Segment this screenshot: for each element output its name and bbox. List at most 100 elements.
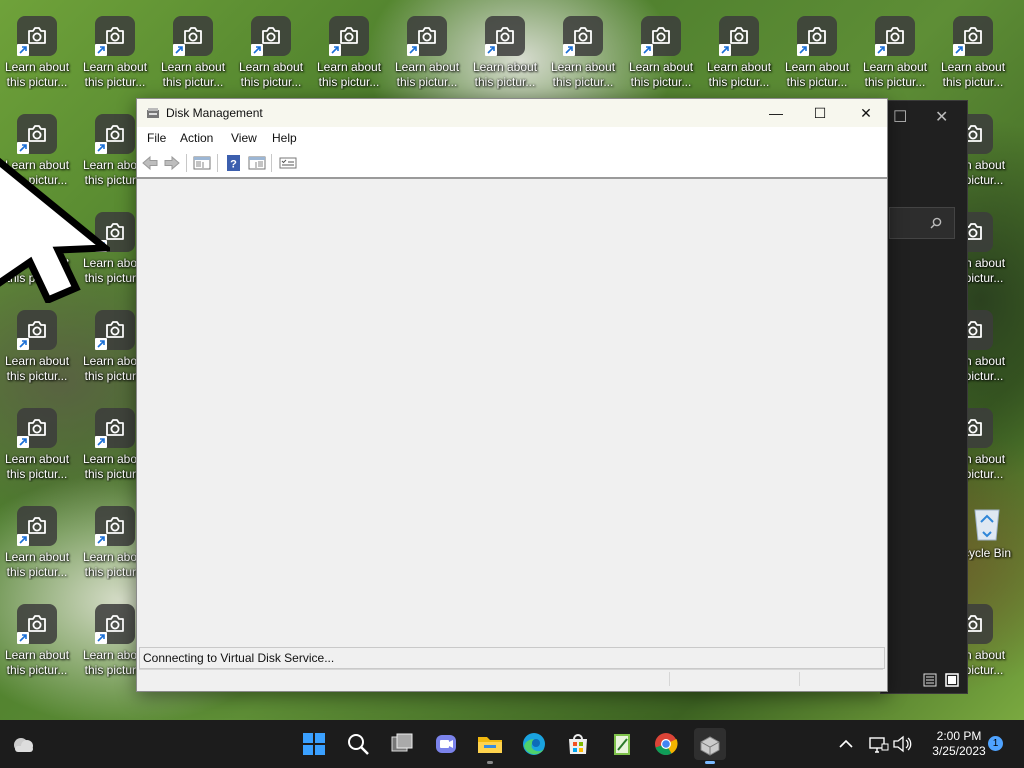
shortcut-arrow-icon xyxy=(407,44,419,56)
menu-bar: File Action View Help xyxy=(137,127,887,149)
desktop-shortcut-learn-about-this-picture[interactable]: Learn aboutthis pictur... xyxy=(0,596,74,686)
shortcut-label-line1: Learn about xyxy=(316,60,382,74)
shortcut-label-line1: Learn about xyxy=(4,354,70,368)
chrome-icon[interactable] xyxy=(650,728,682,760)
disk-management-window[interactable]: Disk Management — ☐ ✕ File Action View H… xyxy=(136,98,888,692)
minimize-button[interactable]: — xyxy=(753,99,799,127)
volume-icon[interactable] xyxy=(886,728,918,760)
camera-icon xyxy=(251,16,291,56)
search-icon[interactable] xyxy=(342,728,374,760)
desktop-shortcut-learn-about-this-picture[interactable]: Learn aboutthis pictur... xyxy=(858,8,932,98)
notification-badge[interactable]: 1 xyxy=(988,736,1003,751)
desktop-shortcut-learn-about-this-picture[interactable]: Learn aboutthis pictur... xyxy=(390,8,464,98)
camera-icon xyxy=(797,16,837,56)
camera-icon xyxy=(95,506,135,546)
close-button[interactable]: ✕ xyxy=(843,99,889,127)
properties-icon[interactable] xyxy=(279,155,297,171)
camera-icon xyxy=(95,408,135,448)
mouse-cursor-icon xyxy=(0,157,110,303)
desktop-shortcut-learn-about-this-picture[interactable]: Learn aboutthis pictur... xyxy=(624,8,698,98)
background-maximize-button[interactable]: ☐ xyxy=(893,107,907,127)
desktop-shortcut-learn-about-this-picture[interactable]: Learn aboutthis pictur... xyxy=(780,8,854,98)
show-hidden-icons-chevron-icon[interactable] xyxy=(830,728,862,760)
active-indicator xyxy=(705,761,715,764)
desktop-shortcut-learn-about-this-picture[interactable]: Learn aboutthis pictur... xyxy=(0,8,74,98)
desktop-shortcut-learn-about-this-picture[interactable]: Learn aboutthis pictur... xyxy=(78,8,152,98)
task-view-icon[interactable] xyxy=(386,728,418,760)
weather-icon[interactable] xyxy=(8,728,40,760)
show-hide-console-tree-icon[interactable] xyxy=(193,155,211,171)
shortcut-label-line1: Learn about xyxy=(550,60,616,74)
desktop-shortcut-learn-about-this-picture[interactable]: Learn aboutthis pictur... xyxy=(0,498,74,588)
camera-icon xyxy=(485,16,525,56)
shortcut-label-line1: Learn about xyxy=(4,550,70,564)
file-explorer-button[interactable] xyxy=(474,728,506,764)
maximize-button[interactable]: ☐ xyxy=(797,99,843,127)
notepad-icon[interactable] xyxy=(606,728,638,760)
disk-management-taskbar-button[interactable] xyxy=(694,728,726,764)
shortcut-label-line1: Learn about xyxy=(4,648,70,662)
shortcut-arrow-icon xyxy=(719,44,731,56)
camera-icon xyxy=(95,604,135,644)
camera-icon xyxy=(95,310,135,350)
edge-icon[interactable] xyxy=(518,728,550,760)
camera-icon xyxy=(17,408,57,448)
microsoft-store-icon[interactable] xyxy=(562,728,594,760)
menu-action[interactable]: Action xyxy=(180,131,213,145)
tiles-view-icon[interactable] xyxy=(945,673,959,687)
shortcut-arrow-icon xyxy=(17,534,29,546)
desktop-shortcut-learn-about-this-picture[interactable]: Learn aboutthis pictur... xyxy=(234,8,308,98)
shortcut-label-line1: Learn about xyxy=(238,60,304,74)
shortcut-arrow-icon xyxy=(485,44,497,56)
taskbar: 2:00 PM 3/25/2023 xyxy=(0,720,1024,768)
help-icon[interactable]: ? xyxy=(225,155,243,171)
shortcut-label-line1: Learn about xyxy=(4,452,70,466)
show-hide-action-pane-icon[interactable] xyxy=(248,155,266,171)
shortcut-arrow-icon xyxy=(17,632,29,644)
start-windows-icon[interactable] xyxy=(298,728,330,760)
window-title: Disk Management xyxy=(166,106,263,120)
desktop-shortcut-learn-about-this-picture[interactable]: Learn aboutthis pictur... xyxy=(468,8,542,98)
shortcut-arrow-icon xyxy=(251,44,263,56)
back-arrow-icon[interactable] xyxy=(141,155,159,171)
shortcut-label-line1: Learn about xyxy=(862,60,928,74)
details-view-icon[interactable] xyxy=(923,673,937,687)
camera-icon xyxy=(95,16,135,56)
shortcut-label-line2: this pictur... xyxy=(708,75,770,89)
camera-icon xyxy=(17,310,57,350)
background-window[interactable]: ☐ ✕ xyxy=(880,100,968,694)
title-bar[interactable]: Disk Management — ☐ ✕ xyxy=(137,99,887,127)
desktop-shortcut-learn-about-this-picture[interactable]: Learn aboutthis pictur... xyxy=(0,302,74,392)
shortcut-arrow-icon xyxy=(95,632,107,644)
shortcut-arrow-icon xyxy=(17,436,29,448)
menu-view[interactable]: View xyxy=(231,131,257,145)
running-indicator xyxy=(487,761,493,764)
menu-help[interactable]: Help xyxy=(272,131,297,145)
menu-file[interactable]: File xyxy=(147,131,166,145)
forward-arrow-icon[interactable] xyxy=(163,155,181,171)
shortcut-arrow-icon xyxy=(17,44,29,56)
teams-chat-icon[interactable] xyxy=(430,728,462,760)
background-close-button[interactable]: ✕ xyxy=(935,107,948,127)
shortcut-arrow-icon xyxy=(95,44,107,56)
desktop-shortcut-learn-about-this-picture[interactable]: Learn aboutthis pictur... xyxy=(546,8,620,98)
shortcut-arrow-icon xyxy=(95,338,107,350)
desktop-shortcut-learn-about-this-picture[interactable]: Learn aboutthis pictur... xyxy=(0,400,74,490)
shortcut-arrow-icon xyxy=(563,44,575,56)
shortcut-label-line1: Learn about xyxy=(706,60,772,74)
desktop-shortcut-learn-about-this-picture[interactable]: Learn aboutthis pictur... xyxy=(702,8,776,98)
camera-icon xyxy=(719,16,759,56)
desktop-shortcut-learn-about-this-picture[interactable]: Learn aboutthis pictur... xyxy=(936,8,1010,98)
shortcut-label-line2: this pictur... xyxy=(786,75,848,89)
desktop-shortcut-learn-about-this-picture[interactable]: Learn aboutthis pictur... xyxy=(312,8,386,98)
desktop-shortcut-learn-about-this-picture[interactable]: Learn aboutthis pictur... xyxy=(156,8,230,98)
background-search-box[interactable] xyxy=(889,207,955,239)
toolbar: ? xyxy=(137,149,887,179)
toolbar-separator xyxy=(217,154,218,172)
camera-icon xyxy=(17,16,57,56)
camera-icon xyxy=(407,16,447,56)
shortcut-label-line1: Learn about xyxy=(82,60,148,74)
camera-icon xyxy=(173,16,213,56)
shortcut-arrow-icon xyxy=(797,44,809,56)
shortcut-label-line2: this pictur... xyxy=(552,75,614,89)
